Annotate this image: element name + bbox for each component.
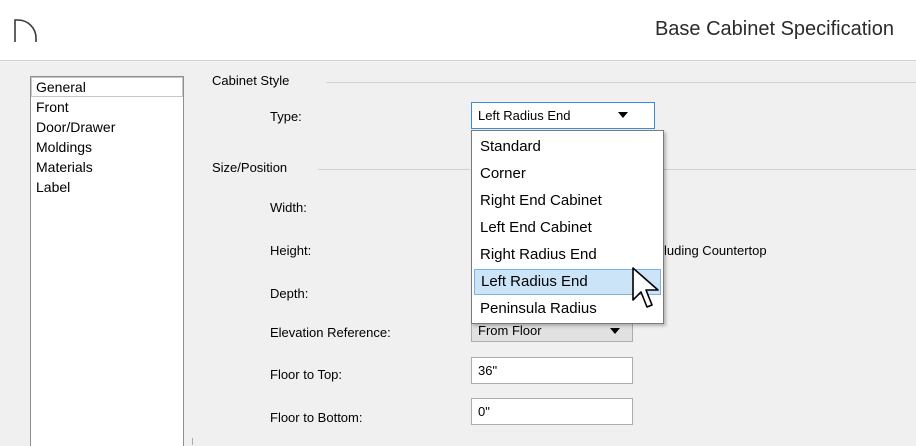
width-label: Width: [270,200,307,215]
category-list[interactable]: General Front Door/Drawer Moldings Mater… [30,76,184,446]
type-select-value: Left Radius End [478,108,571,123]
type-select[interactable]: Left Radius End [471,102,655,129]
nav-item-materials[interactable]: Materials [31,157,183,177]
floor-to-bottom-field[interactable]: 0" [471,398,633,425]
nav-item-front[interactable]: Front [31,97,183,117]
nav-item-door-drawer[interactable]: Door/Drawer [31,117,183,137]
option-left-end-cabinet[interactable]: Left End Cabinet [474,215,661,241]
elevation-reference-label: Elevation Reference: [270,325,391,340]
size-position-divider-right [664,169,916,170]
window-title: Base Cabinet Specification [654,18,894,40]
floor-to-bottom-label: Floor to Bottom: [270,410,363,425]
chevron-down-icon [618,112,628,118]
height-label: Height: [270,243,312,258]
cabinet-style-group-label: Cabinet Style [212,73,290,88]
including-countertop-label: luding Countertop [664,243,767,258]
divider [192,438,193,445]
type-label: Type: [270,109,302,124]
floor-to-top-value: 36" [478,363,498,378]
size-position-group-label: Size/Position [212,160,288,175]
nav-item-general[interactable]: General [31,77,183,97]
size-position-divider [318,169,470,170]
option-standard[interactable]: Standard [474,134,661,160]
radius-arc-icon [14,19,37,42]
depth-label: Depth: [270,286,309,301]
option-corner[interactable]: Corner [474,161,661,187]
title-bar: Base Cabinet Specification [0,0,916,61]
cabinet-style-divider [326,82,916,83]
floor-to-bottom-value: 0" [478,404,490,419]
mouse-pointer-icon [632,267,659,308]
floor-to-top-field[interactable]: 36" [471,357,633,384]
elevation-reference-value: From Floor [478,323,542,338]
nav-item-label[interactable]: Label [31,177,183,197]
option-right-end-cabinet[interactable]: Right End Cabinet [474,188,661,214]
nav-item-moldings[interactable]: Moldings [31,137,183,157]
floor-to-top-label: Floor to Top: [270,367,343,382]
option-right-radius-end[interactable]: Right Radius End [474,242,661,268]
chevron-down-icon [610,328,620,334]
